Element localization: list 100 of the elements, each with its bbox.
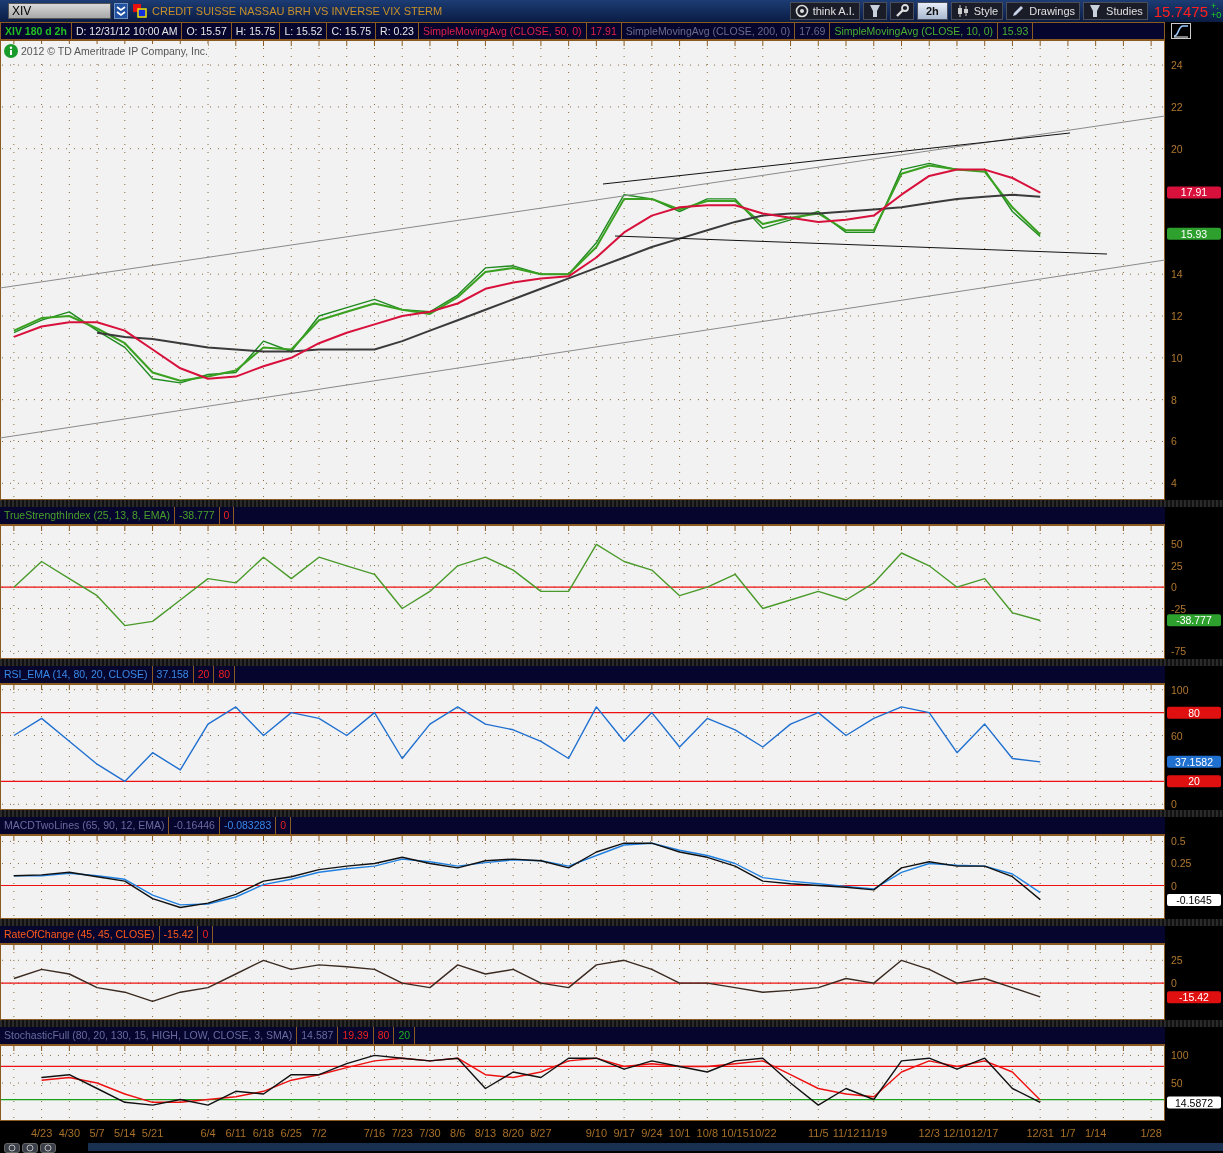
date-label: 12/31 (1026, 1127, 1054, 1139)
date-label: 10/22 (749, 1127, 777, 1139)
date-label: 6/11 (225, 1127, 247, 1139)
axis-label: 0 (1171, 977, 1177, 990)
date-label: 4/23 (30, 1127, 53, 1139)
value-tag: -0.1645 (1167, 894, 1221, 906)
info-cell: XIV 180 d 2h (1, 23, 72, 39)
scroll-bar[interactable] (88, 1143, 1223, 1151)
study-label[interactable]: 14.587 (297, 1027, 339, 1044)
study-label[interactable]: 19.39 (338, 1027, 374, 1044)
toolbar-button[interactable] (22, 1143, 38, 1153)
date-label: 10/15 (721, 1127, 749, 1139)
date-label: 12/3 (918, 1127, 940, 1139)
date-label: 7/2 (311, 1127, 327, 1139)
toolbar-button[interactable]: Style (950, 2, 1004, 20)
date-label: 8/27 (530, 1127, 552, 1139)
trendline-drawing[interactable] (0, 115, 1165, 439)
info-cell: SimpleMovingAvg (CLOSE, 10, 0) (830, 23, 998, 39)
candlestick-icon (955, 4, 970, 18)
date-label: 12/10 (943, 1127, 971, 1139)
axis-label: 100 (1171, 1049, 1189, 1062)
axis-label: 100 (1171, 684, 1189, 696)
date-label: 7/23 (391, 1127, 413, 1139)
toolbar-button[interactable] (4, 1143, 20, 1153)
axis-label: 0 (1171, 798, 1177, 810)
info-cell: D: 12/31/12 10:00 AM (71, 23, 183, 39)
axis-label: -25 (1171, 602, 1187, 615)
date-label: 7/16 (363, 1127, 386, 1139)
axis-label: 12 (1171, 310, 1183, 322)
value-tag: 20 (1167, 775, 1221, 788)
study-label[interactable]: 0 (219, 507, 235, 524)
info-cell: 15.93 (998, 23, 1034, 39)
study-label[interactable]: 0 (198, 926, 214, 943)
info-icon[interactable] (4, 44, 18, 58)
info-cell: SimpleMovingAvg (CLOSE, 50, 0) (418, 23, 587, 39)
info-cell: C: 15.75 (327, 23, 377, 39)
axis-label: 0.25 (1171, 857, 1192, 870)
toolbar-button[interactable]: Drawings (1006, 2, 1081, 20)
info-cell: R: 0.23 (376, 23, 419, 39)
price-change: +. (1211, 2, 1220, 11)
value-tag: 17.91 (1167, 186, 1221, 199)
toolbar-button[interactable]: 2h (916, 2, 948, 20)
date-label: 9/10 (585, 1127, 608, 1139)
info-cell: H: 15.75 (231, 23, 281, 39)
date-label: 1/14 (1084, 1127, 1107, 1139)
date-label: 11/5 (808, 1127, 829, 1139)
value-tag: -38.777 (1167, 614, 1221, 627)
info-cell: O: 15.57 (182, 23, 232, 39)
study-label[interactable]: 80 (214, 666, 236, 683)
study-label[interactable]: 37.158 (152, 666, 194, 683)
date-label: 5/14 (114, 1127, 136, 1139)
date-label: 11/12 (832, 1127, 860, 1139)
study-label[interactable]: TrueStrengthIndex (25, 13, 8, EMA) (0, 507, 175, 524)
toolbar-button[interactable] (862, 2, 887, 20)
date-label: 1/7 (1060, 1127, 1076, 1139)
linked-squares-icon[interactable] (133, 4, 147, 18)
study-label[interactable]: 20 (394, 1027, 416, 1044)
date-label: 4/30 (58, 1127, 81, 1139)
toolbar-button[interactable] (40, 1143, 56, 1153)
axis-label: 20 (1171, 142, 1183, 155)
study-label[interactable]: 80 (373, 1027, 395, 1044)
value-tag: 80 (1167, 706, 1221, 719)
info-cell: 17.91 (586, 23, 622, 39)
toolbar-button[interactable]: think A.I. (789, 2, 860, 20)
date-label: 12/17 (970, 1127, 999, 1139)
instrument-title: CREDIT SUISSE NASSAU BRH VS INVERSE VIX STERM (152, 5, 443, 17)
date-label: 5/21 (141, 1127, 164, 1139)
study-label[interactable]: -38.777 (174, 507, 220, 524)
pencil-icon (1011, 4, 1026, 18)
date-label: 1/28 (1140, 1127, 1162, 1139)
study-label[interactable]: 0 (276, 817, 292, 834)
symbol-field[interactable]: XIV (8, 3, 111, 19)
study-label[interactable]: MACDTwoLines (65, 90, 12, EMA) (0, 817, 170, 834)
value-tag: 14.5872 (1167, 1096, 1221, 1109)
study-label[interactable]: 20 (193, 666, 215, 683)
date-label: 10/8 (696, 1127, 719, 1139)
value-tag: 37.1582 (1167, 755, 1221, 768)
curve-button[interactable] (1171, 23, 1191, 39)
date-label: 7/30 (419, 1127, 441, 1139)
study-label[interactable]: StochasticFull (80, 20, 130, 15, HIGH, LOW, CLOSE, 3, SMA) (0, 1027, 298, 1044)
study-label[interactable]: -0.083283 (219, 817, 277, 834)
study-label[interactable]: RSI_EMA (14, 80, 20, CLOSE) (0, 666, 153, 683)
axis-label: 10 (1171, 351, 1183, 364)
axis-label: 50 (1171, 538, 1183, 551)
axis-label: 6 (1171, 435, 1177, 448)
axis-label: 0 (1171, 581, 1177, 594)
axis-label: 60 (1171, 729, 1183, 742)
toolbar-button[interactable] (889, 2, 914, 20)
study-label[interactable]: -0.16446 (169, 817, 220, 834)
date-label: 8/13 (474, 1127, 497, 1139)
toolbar-button[interactable]: Studies (1083, 2, 1148, 20)
axis-label: 8 (1171, 393, 1177, 406)
study-label[interactable]: RateOfChange (45, 45, CLOSE) (0, 926, 160, 943)
circle-icon (26, 1144, 34, 1152)
date-label: 6/18 (252, 1127, 275, 1139)
axis-label: -75 (1171, 645, 1187, 658)
axis-label: 4 (1171, 477, 1177, 490)
info-cell: 17.69 (795, 23, 831, 39)
study-label[interactable]: -15.42 (159, 926, 199, 943)
dropdown-button[interactable] (114, 3, 128, 19)
